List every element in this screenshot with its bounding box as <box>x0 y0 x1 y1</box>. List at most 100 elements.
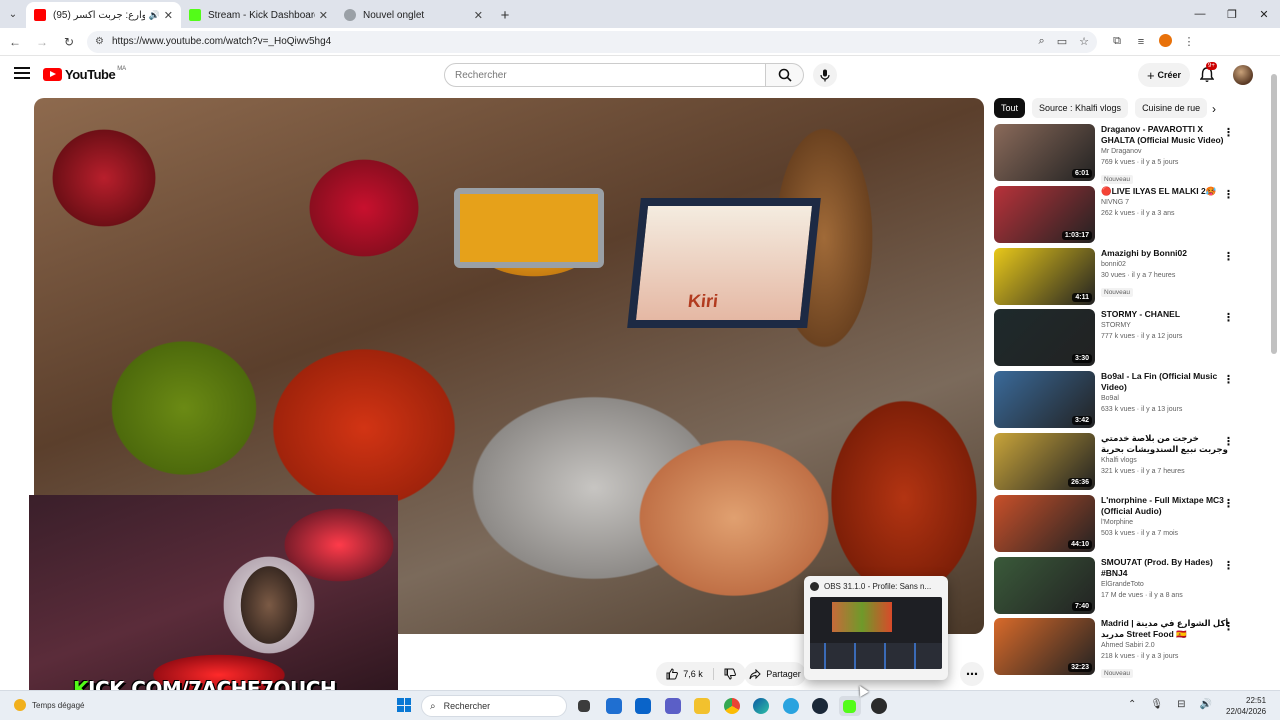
menu-kebab-icon[interactable]: ⋮ <box>1177 35 1201 48</box>
task-view-icon[interactable] <box>573 696 595 716</box>
account-avatar[interactable] <box>1233 65 1253 85</box>
recommendation-item[interactable]: 32:23 Madrid | أكل الشوارع في مدينة مدريد… <box>994 618 1244 680</box>
microphone-tray-icon[interactable]: 🎙 <box>1150 699 1163 710</box>
channel-name[interactable]: STORMY <box>1101 320 1229 331</box>
channel-name[interactable]: Bo9al <box>1101 393 1229 404</box>
cast-icon[interactable]: ▭ <box>1057 35 1067 48</box>
recommendation-item[interactable]: 44:10 L'morphine - Full Mixtape MC3 (Offi… <box>994 494 1244 557</box>
restore-icon[interactable]: ❐ <box>1216 0 1248 28</box>
video-thumbnail[interactable]: 26:36 <box>994 432 1095 490</box>
weather-widget[interactable]: Temps dégagé <box>14 699 84 711</box>
taskbar-search[interactable]: ⌕ Rechercher <box>421 695 567 717</box>
more-options-icon[interactable]: ⋮ <box>1223 435 1234 448</box>
more-options-icon[interactable]: ⋮ <box>1223 188 1234 201</box>
close-tab-icon[interactable]: ✕ <box>164 9 173 22</box>
search-input[interactable]: Rechercher <box>444 63 766 87</box>
channel-name[interactable]: bonni02 <box>1101 259 1229 270</box>
video-title[interactable]: خرجت من بلاصة خدمتي وجربت نبيع السندويشا… <box>1101 433 1229 455</box>
more-options-icon[interactable]: ⋮ <box>1223 559 1234 572</box>
more-options-icon[interactable]: ⋮ <box>1223 497 1234 510</box>
close-tab-icon[interactable]: ✕ <box>319 9 328 22</box>
recommendation-item[interactable]: 3:30 STORMY - CHANEL STORMY 777 k vues · il… <box>994 309 1244 371</box>
share-button[interactable]: Partager <box>744 662 806 686</box>
kick-app-icon[interactable] <box>838 696 861 716</box>
reading-list-icon[interactable]: ≡ <box>1129 36 1153 48</box>
more-options-icon[interactable]: ⋮ <box>1223 250 1234 263</box>
url-text[interactable]: https://www.youtube.com/watch?v=_HoQiwv5… <box>112 36 1027 47</box>
store-icon[interactable] <box>603 696 625 716</box>
chevron-right-icon[interactable]: › <box>1212 102 1216 116</box>
obs-window-preview[interactable]: OBS 31.1.0 - Profile: Sans n... <box>804 576 948 680</box>
more-options-icon[interactable]: ⋮ <box>1223 620 1234 633</box>
video-title[interactable]: Amazighi by Bonni02 <box>1101 248 1229 259</box>
channel-name[interactable]: NIVNG 7 <box>1101 197 1229 208</box>
browser-tab-youtube[interactable]: (95) اكل الشوارع: جربت أكسر 🔊 ✕ <box>26 2 181 28</box>
video-title[interactable]: STORMY - CHANEL <box>1101 309 1229 320</box>
close-tab-icon[interactable]: ✕ <box>474 9 483 22</box>
reload-icon[interactable]: ↻ <box>57 30 81 54</box>
more-actions-button[interactable]: ⋯ <box>960 662 984 686</box>
file-explorer-icon[interactable] <box>691 696 713 716</box>
recommendation-item[interactable]: 1:03:17 🔴LIVE ILYAS EL MALKI 2🥵 NIVNG 7 262… <box>994 185 1244 248</box>
hamburger-menu-icon[interactable] <box>14 67 30 82</box>
bookmark-star-icon[interactable]: ☆ <box>1079 35 1089 48</box>
video-title[interactable]: Bo9al - La Fin (Official Music Video) <box>1101 371 1229 393</box>
tray-chevron-icon[interactable]: ⌃ <box>1128 699 1136 710</box>
recommendation-item[interactable]: 26:36 خرجت من بلاصة خدمتي وجربت نبيع السن… <box>994 432 1244 495</box>
speaker-icon[interactable]: 🔊 <box>149 10 160 21</box>
video-thumbnail[interactable]: 7:40 <box>994 556 1095 614</box>
search-button[interactable] <box>766 63 804 87</box>
teams-icon[interactable] <box>662 696 684 716</box>
recommendation-item[interactable]: 4:11 Amazighi by Bonni02 bonni02 30 vues · … <box>994 247 1244 310</box>
zoom-icon[interactable]: ⌕ <box>1039 35 1045 48</box>
browser-tab-kick[interactable]: Stream - Kick Dashboard ✕ <box>181 2 336 28</box>
video-thumbnail[interactable]: 3:30 <box>994 309 1095 367</box>
chrome-icon[interactable] <box>721 696 743 716</box>
recommendation-item[interactable]: 3:42 Bo9al - La Fin (Official Music Video… <box>994 371 1244 433</box>
channel-name[interactable]: Khalfi vlogs <box>1101 455 1229 466</box>
dislike-button[interactable] <box>714 668 746 680</box>
video-title[interactable]: SMOU7AT (Prod. By Hades) #BNJ4 <box>1101 557 1229 579</box>
youtube-logo[interactable]: YouTube MA <box>43 66 126 82</box>
close-window-icon[interactable]: ✕ <box>1248 0 1280 28</box>
page-scrollbar[interactable] <box>1270 60 1278 688</box>
video-title[interactable]: 🔴LIVE ILYAS EL MALKI 2🥵 <box>1101 186 1229 197</box>
site-info-icon[interactable]: ⚙ <box>95 36 104 47</box>
more-options-icon[interactable]: ⋮ <box>1223 311 1234 324</box>
minimize-icon[interactable]: — <box>1184 0 1216 28</box>
channel-name[interactable]: Mr Draganov <box>1101 146 1229 157</box>
forward-icon[interactable]: → <box>30 30 54 54</box>
telegram-icon[interactable] <box>780 696 802 716</box>
channel-name[interactable]: Ahmed Sabiri 2.0 <box>1101 640 1229 651</box>
video-thumbnail[interactable]: 1:03:17 <box>994 185 1095 243</box>
video-thumbnail[interactable]: 44:10 <box>994 494 1095 552</box>
tab-search-dropdown-icon[interactable]: ⌄ <box>0 0 26 28</box>
recommendation-item[interactable]: 7:40 SMOU7AT (Prod. By Hades) #BNJ4 ElGran… <box>994 556 1244 619</box>
chip-all[interactable]: Tout <box>994 98 1026 118</box>
extensions-icon[interactable]: ⧉ <box>1105 35 1129 48</box>
create-button[interactable]: + Créer <box>1138 63 1190 87</box>
chip-source-khalfi[interactable]: Source : Khalfi vlogs <box>1032 98 1129 118</box>
video-title[interactable]: L'morphine - Full Mixtape MC3 (Official … <box>1101 495 1229 517</box>
volume-icon[interactable]: 🔊 <box>1199 699 1211 710</box>
outlook-icon[interactable] <box>632 696 654 716</box>
start-button[interactable] <box>397 698 411 712</box>
video-thumbnail[interactable]: 3:42 <box>994 371 1095 429</box>
voice-search-button[interactable] <box>813 63 837 87</box>
chip-street-food[interactable]: Cuisine de rue <box>1135 98 1208 118</box>
like-button[interactable]: 7,6 k <box>656 668 714 680</box>
taskbar-clock[interactable]: 22:51 22/04/2026 <box>1226 695 1266 717</box>
back-icon[interactable]: ← <box>3 30 27 54</box>
more-options-icon[interactable]: ⋮ <box>1223 373 1234 386</box>
more-options-icon[interactable]: ⋮ <box>1223 126 1234 139</box>
profile-icon[interactable] <box>1153 33 1177 50</box>
obs-taskbar-icon[interactable] <box>868 696 890 716</box>
network-icon[interactable]: ⊟ <box>1177 699 1185 710</box>
video-thumbnail[interactable]: 32:23 <box>994 618 1095 676</box>
video-title[interactable]: Madrid | أكل الشوارع في مدينة مدريد Stre… <box>1101 618 1229 640</box>
channel-name[interactable]: l'Morphine <box>1101 517 1229 528</box>
notifications-button[interactable]: 9+ <box>1199 62 1217 83</box>
video-thumbnail[interactable]: 4:11 <box>994 247 1095 305</box>
address-bar[interactable]: ⚙ https://www.youtube.com/watch?v=_HoQiw… <box>87 30 1097 53</box>
edge-icon[interactable] <box>750 696 772 716</box>
